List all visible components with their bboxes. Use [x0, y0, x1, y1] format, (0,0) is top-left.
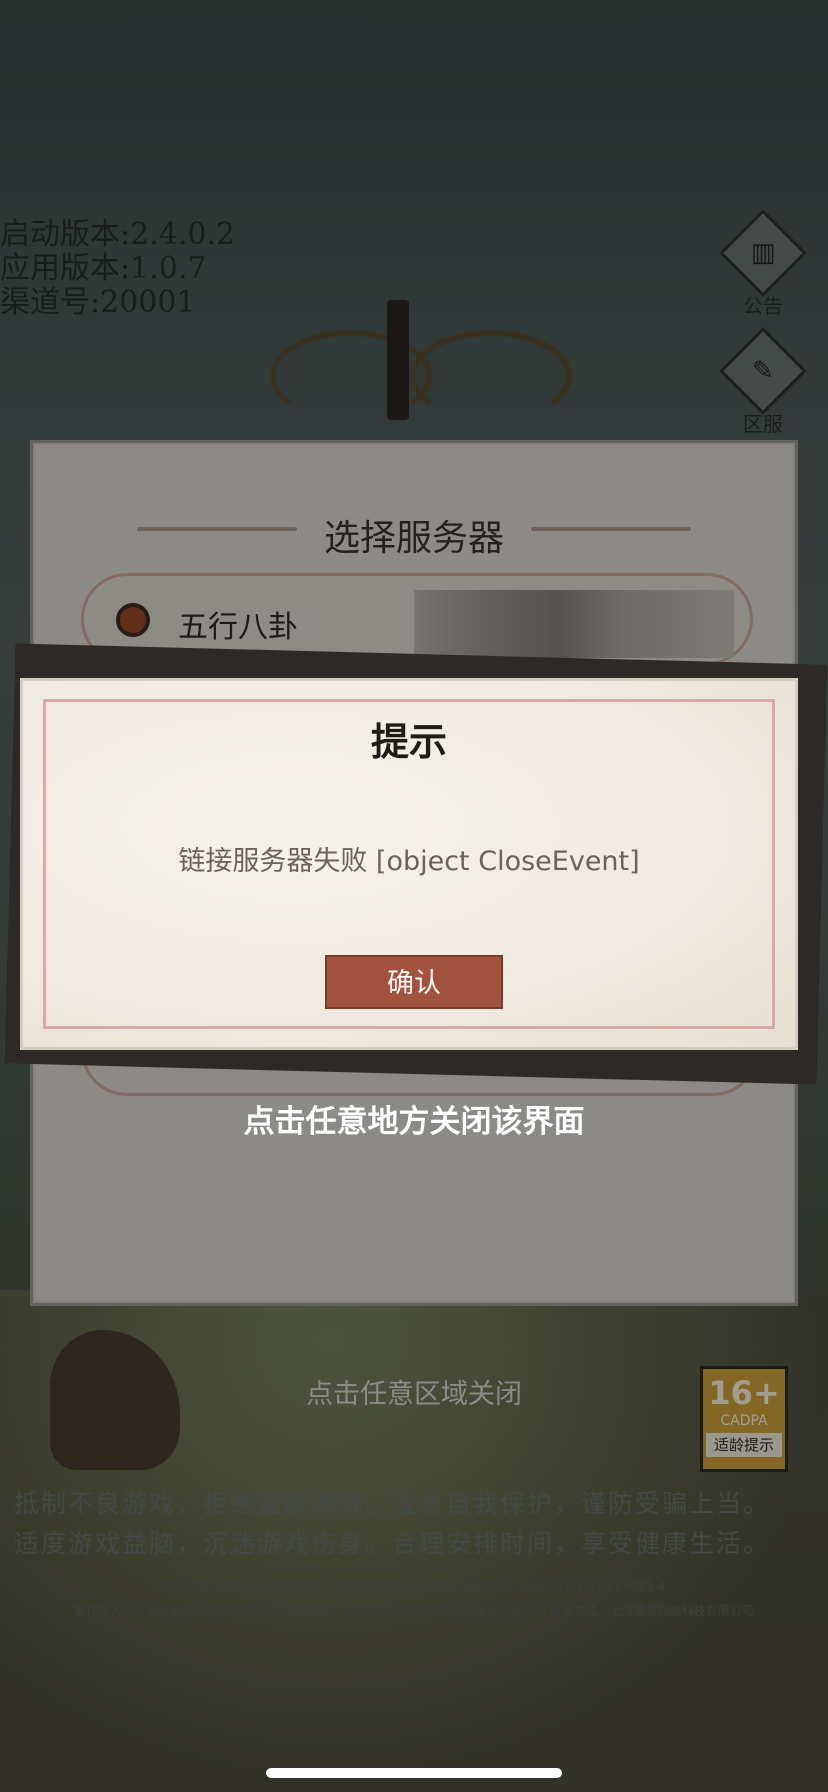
home-indicator[interactable] [266, 1768, 562, 1778]
dialog-message: 链接服务器失败 [object CloseEvent] [178, 846, 640, 877]
close-hint-text[interactable]: 点击任意地方关闭该界面 [0, 1096, 828, 1141]
dialog-title: 提示 [370, 720, 447, 764]
confirm-button[interactable]: 确认 [325, 955, 503, 1009]
alert-dialog: 提示 链接服务器失败 [object CloseEvent] 确认 [20, 678, 798, 1050]
